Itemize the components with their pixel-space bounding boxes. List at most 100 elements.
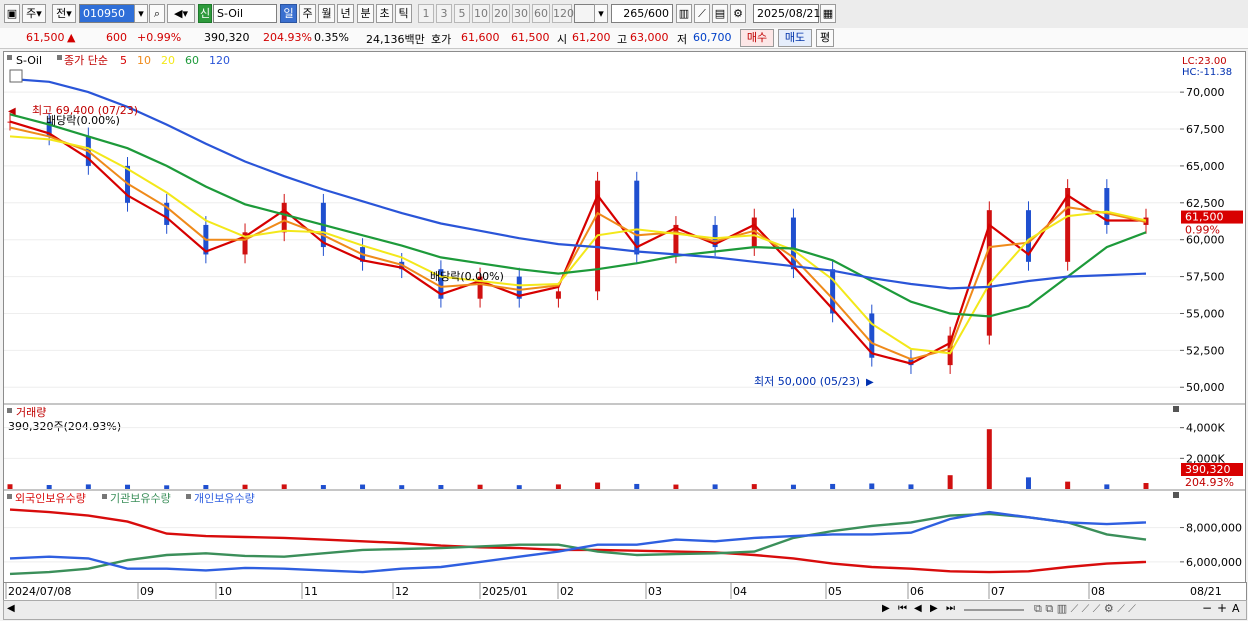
- scroll-end-icon[interactable]: ⏭: [946, 603, 955, 614]
- data-count-input[interactable]: 265/600: [611, 4, 673, 23]
- calculator-icon: [9, 69, 23, 83]
- stock-code-input[interactable]: 010950: [79, 4, 137, 23]
- volume-bar: [595, 482, 601, 489]
- date-input[interactable]: 2025/08/21: [753, 4, 820, 23]
- scroll-prev-page-icon[interactable]: ⏮: [898, 603, 907, 614]
- interval-5-button[interactable]: 5: [454, 4, 470, 23]
- volume-bar: [790, 484, 796, 489]
- draw-tool-icon[interactable]: ⟋: [694, 4, 710, 23]
- volume-bar: [242, 484, 248, 489]
- current-pct-tag-label: 0.99%: [1185, 224, 1220, 237]
- ex-dividend-note-1: 배당락(0.00%): [46, 114, 120, 127]
- interval-3-button[interactable]: 3: [436, 4, 452, 23]
- market-select[interactable]: 주▾: [22, 4, 46, 23]
- x-tick-label: 2025/01: [482, 585, 528, 598]
- x-tick-label: 10: [218, 585, 232, 598]
- volume-bar: [477, 484, 483, 489]
- panel-handle-icon: [7, 55, 12, 60]
- window-menu-icon[interactable]: ▣: [4, 4, 20, 23]
- prev-select[interactable]: 전▾: [52, 4, 76, 23]
- high-label: 고: [617, 33, 628, 46]
- holdings-legend-2: 개인보유수량: [194, 492, 255, 505]
- volume-bar: [360, 484, 366, 489]
- x-tick-label: 07: [991, 585, 1005, 598]
- evaluate-button[interactable]: 평: [816, 29, 834, 47]
- zoom-out-icon[interactable]: −: [1202, 601, 1212, 615]
- volume-bar: [830, 483, 836, 489]
- chart-type-icon[interactable]: ▥: [676, 4, 692, 23]
- ma-legend-120: 120: [209, 54, 230, 67]
- price-y-tick-label: 57,500: [1186, 271, 1225, 284]
- scroll-back-icon[interactable]: ◀: [914, 603, 922, 614]
- volume-bar: [555, 484, 561, 489]
- price-y-tick-label: 55,000: [1186, 307, 1225, 320]
- volume-bar: [85, 484, 91, 489]
- volume-bar: [751, 484, 757, 489]
- holdings-legend-handle-icon: [7, 494, 12, 499]
- tool-icons[interactable]: ⧉ ⧉ ▥ ⟋ ⟋ ⟋ ⚙ ⟋ ⟋: [1034, 602, 1136, 616]
- period-month-tab[interactable]: 월: [318, 4, 335, 23]
- period-minute-tab[interactable]: 분: [357, 4, 374, 23]
- low-note: 최저 50,000 (05/23): [754, 375, 860, 388]
- zoom-slider-track[interactable]: [964, 609, 1024, 611]
- change-percent: +0.99%: [137, 31, 182, 44]
- volume-bar: [1143, 483, 1149, 489]
- candle-body: [555, 291, 561, 299]
- period-second-tab[interactable]: 초: [376, 4, 393, 23]
- candle-body: [281, 202, 287, 233]
- chart-scrollbar[interactable]: ◀ ▶ ⏮ ◀ ▶ ⏭ ⧉ ⧉ ▥ ⟋ ⟋ ⟋ ⚙ ⟋ ⟋ − + A: [3, 600, 1247, 620]
- auto-scale-icon[interactable]: A: [1232, 602, 1240, 615]
- volume-panel-value: 390,320주(204.93%): [8, 420, 121, 433]
- lc-label: LC:23.00: [1182, 56, 1227, 67]
- bid-price-1: 61,600: [461, 31, 500, 44]
- period-week-tab[interactable]: 주: [299, 4, 316, 23]
- ma-60-line: [9, 113, 1147, 318]
- volume-bar: [908, 484, 914, 489]
- data-count-max: /600: [644, 7, 669, 20]
- interval-1-button[interactable]: 1: [418, 4, 434, 23]
- sound-button[interactable]: ◀▾: [167, 4, 195, 23]
- ma-5-line: [9, 120, 1146, 365]
- low-price: 60,700: [693, 31, 732, 44]
- interval-120-button[interactable]: 120: [552, 4, 574, 23]
- sell-button[interactable]: 매도: [778, 29, 812, 47]
- current-price-tag-label: 61,500: [1185, 211, 1224, 224]
- period-year-tab[interactable]: 년: [337, 4, 354, 23]
- volume-bar: [203, 485, 209, 489]
- interval-20-button[interactable]: 20: [492, 4, 510, 23]
- x-axis-right-label: 08/21: [1190, 585, 1222, 598]
- market-label: 주: [26, 7, 37, 20]
- price-y-tick-label: 50,000: [1186, 381, 1225, 394]
- scroll-right-icon[interactable]: ▶: [882, 603, 890, 614]
- open-price: 61,200: [572, 31, 611, 44]
- y-axis-panel: 70,000 67,500 65,000 62,500 60,000 57,500 55,0…: [1180, 51, 1246, 583]
- chart-canvas[interactable]: S-Oil 종가 단순 5 10 20 60 120 ◀ 최고 69,400 (07/23) 배당…: [3, 51, 1181, 583]
- zoom-in-icon[interactable]: +: [1217, 601, 1227, 615]
- interval-60-button[interactable]: 60: [532, 4, 550, 23]
- save-icon[interactable]: ▤: [712, 4, 728, 23]
- ma-legend-10: 10: [137, 54, 151, 67]
- scroll-left-icon[interactable]: ◀: [7, 603, 15, 614]
- interval-30-button[interactable]: 30: [512, 4, 530, 23]
- volume-bar: [281, 484, 287, 489]
- interval-10-button[interactable]: 10: [472, 4, 490, 23]
- period-day-tab[interactable]: 일: [280, 4, 297, 23]
- price-y-tick-label: 62,500: [1186, 197, 1225, 210]
- volume-bar: [399, 485, 405, 489]
- calendar-icon[interactable]: ▦: [820, 4, 836, 23]
- volume-bar: [986, 429, 992, 489]
- ex-dividend-note-2: 배당락(0.00%): [430, 270, 504, 283]
- interval-dropdown-icon[interactable]: ▾: [594, 4, 608, 23]
- ma-legend-label: 종가 단순: [64, 54, 108, 67]
- holdings-line-0: [9, 508, 1147, 574]
- scroll-forward-icon[interactable]: ▶: [930, 603, 938, 614]
- low-arrow-icon: ▶: [866, 377, 874, 388]
- code-dropdown-icon[interactable]: ▾: [134, 4, 148, 23]
- stock-name-field[interactable]: S-Oil: [213, 4, 277, 23]
- volume-bar: [634, 483, 640, 489]
- chart-svg[interactable]: S-Oil 종가 단순 5 10 20 60 120◀ 최고 69,400 (07/23)배당…: [4, 52, 1180, 582]
- period-tick-tab[interactable]: 틱: [395, 4, 412, 23]
- search-icon[interactable]: ⌕: [149, 4, 165, 23]
- buy-button[interactable]: 매수: [740, 29, 774, 47]
- gear-icon[interactable]: ⚙: [730, 4, 746, 23]
